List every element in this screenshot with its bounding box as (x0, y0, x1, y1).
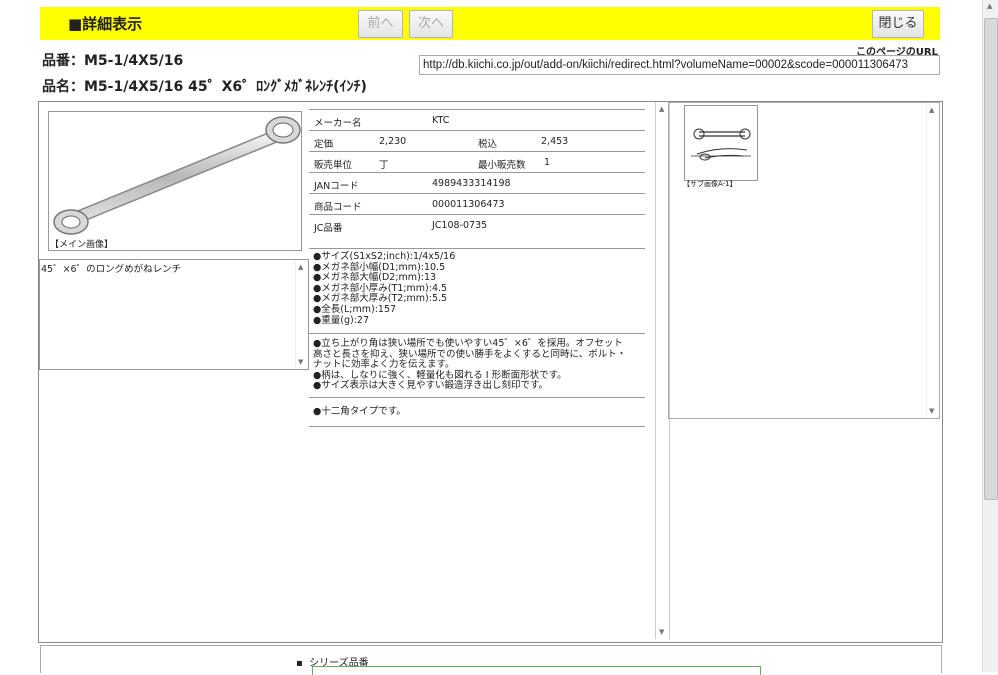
next-button[interactable]: 次へ (409, 10, 453, 38)
wrench-diagram-image (691, 128, 751, 161)
bullet-icon: ▪ (296, 658, 310, 669)
divider (309, 248, 645, 249)
taxin-value: 2,453 (541, 136, 569, 147)
wrench-image (53, 116, 301, 235)
scroll-up-icon[interactable]: ▲ (659, 105, 664, 113)
feature-item: ●全長(L;mm):157 (313, 303, 397, 315)
jan-label: JANコード (314, 181, 359, 192)
spec-row-price: 定価 2,230 税込 2,453 (309, 130, 645, 151)
jan-value: 4989433314198 (432, 178, 511, 189)
scroll-down-icon[interactable]: ▼ (929, 407, 934, 415)
price-value: 2,230 (379, 136, 407, 147)
main-image-caption: 【メイン画像】 (50, 240, 114, 250)
feature-note: ●十二角タイプです。 (313, 406, 406, 417)
jc-label: JC品番 (314, 223, 343, 234)
spec-table: メーカー名 KTC 定価 2,230 税込 2,453 販売単位 丁 最小販売数… (309, 109, 645, 235)
scroll-up-icon[interactable]: ▲ (298, 263, 303, 271)
divider (309, 426, 645, 427)
taxin-label: 税込 (478, 139, 498, 150)
description-text: 45゜×6゜のロングめがねレンチ (41, 264, 182, 275)
code-value: 000011306473 (432, 199, 505, 210)
minqty-label: 最小販売数 (478, 160, 526, 171)
feature-item: ●重量(g):27 (313, 314, 370, 326)
feature-line: ●立ち上がり角は狭い場所でも使いやすい45゜×6゜を採用。オフセット (313, 338, 623, 349)
close-button[interactable]: 閉じる (872, 10, 924, 38)
header-bar: ■詳細表示 (40, 7, 940, 40)
sub-image-scrollbar[interactable]: ▲ ▼ (926, 103, 939, 418)
feature-text: ●立ち上がり角は狭い場所でも使いやすい45゜×6゜を採用。オフセット 高さと長さ… (313, 338, 643, 392)
sub-image-caption: 【サブ画像A-1】 (683, 180, 737, 188)
feature-list: ●サイズ(S1xS2;inch):1/4x5/16 ●メガネ部小幅(D1;mm)… (313, 251, 456, 326)
unit-value: 丁 (379, 160, 389, 171)
scroll-up-icon[interactable]: ▲ (929, 106, 934, 114)
unit-label: 販売単位 (314, 160, 353, 171)
main-image[interactable]: 【メイン画像】 (48, 111, 302, 251)
price-label: 定価 (314, 139, 334, 150)
description-scrollbar[interactable]: ▲ ▼ (295, 260, 308, 369)
page-url-field[interactable]: http://db.kiichi.co.jp/out/add-on/kiichi… (419, 55, 940, 75)
divider (309, 397, 645, 398)
scroll-up-icon[interactable]: ▲ (987, 2, 992, 10)
spec-row-maker: メーカー名 KTC (309, 109, 645, 130)
page-title: ■詳細表示 (68, 15, 143, 33)
scroll-down-icon[interactable]: ▼ (659, 628, 664, 636)
product-name: 品名：M5-1/4X5/16 45゜X6゜ﾛﾝｸﾞﾒｶﾞﾈﾚﾝﾁ(ｲﾝﾁ) (42, 79, 367, 95)
code-label: 商品コード (314, 202, 362, 213)
feature-item: ●サイズ(S1xS2;inch):1/4x5/16 (313, 251, 456, 262)
product-number: 品番：M5-1/4X5/16 (42, 53, 184, 69)
series-table (312, 666, 761, 675)
maker-value: KTC (432, 115, 450, 126)
maker-label: メーカー名 (314, 118, 362, 129)
spec-row-code: 商品コード 000011306473 (309, 193, 645, 214)
jc-value: JC108-0735 (432, 220, 488, 231)
prev-button[interactable]: 前へ (358, 10, 403, 38)
sub-image-thumbnail[interactable] (684, 105, 758, 181)
divider (309, 333, 645, 334)
spec-row-jc: JC品番 JC108-0735 (309, 214, 645, 235)
spec-row-unit: 販売単位 丁 最小販売数 1 (309, 151, 645, 172)
spec-row-jan: JANコード 4989433314198 (309, 172, 645, 193)
scroll-down-icon[interactable]: ▼ (298, 358, 303, 366)
feature-line: ●サイズ表示は大きく見やすい鍛造浮き出し刻印です。 (313, 380, 549, 392)
page-scroll-thumb[interactable] (984, 18, 998, 500)
minqty-value: 1 (544, 157, 551, 168)
description-box[interactable]: 45゜×6゜のロングめがねレンチ ▲ ▼ (39, 259, 309, 370)
